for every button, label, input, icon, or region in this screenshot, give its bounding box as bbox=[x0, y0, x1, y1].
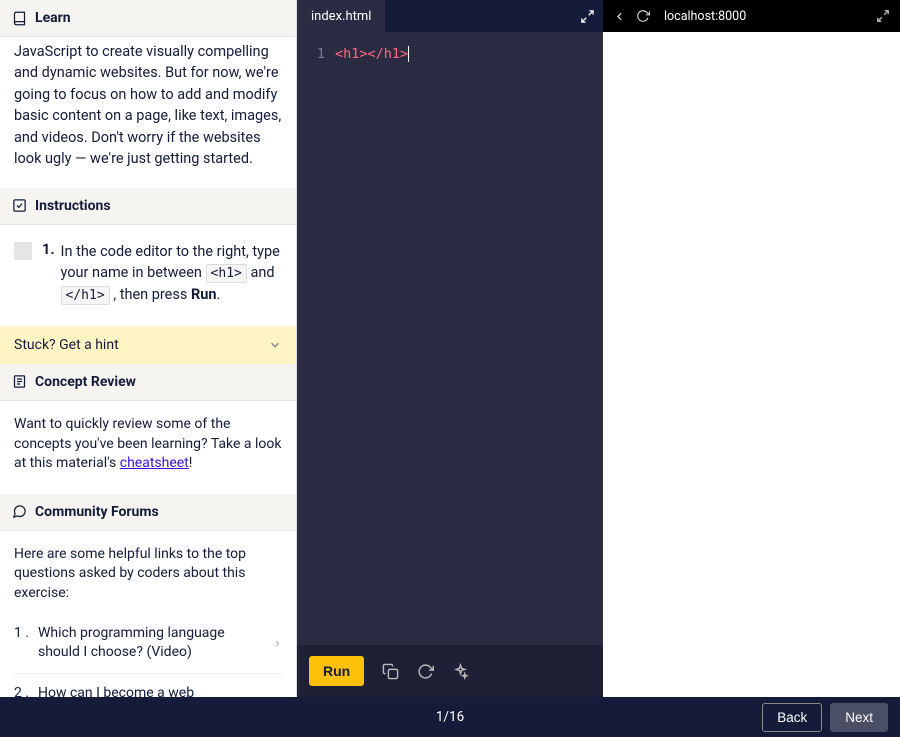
learn-title: Learn bbox=[35, 10, 71, 26]
instructions-header: Instructions bbox=[0, 188, 296, 225]
chevron-down-icon bbox=[268, 338, 282, 352]
code-editor[interactable]: 1 <h1></h1> bbox=[297, 32, 603, 645]
line-number: 1 bbox=[297, 46, 335, 645]
next-button[interactable]: Next bbox=[830, 703, 888, 732]
forums-title: Community Forums bbox=[35, 504, 159, 520]
editor-panel: index.html 1 <h1></h1> Run bbox=[297, 0, 603, 697]
forums-header: Community Forums bbox=[0, 494, 296, 531]
expand-icon[interactable] bbox=[580, 9, 595, 24]
preview-viewport bbox=[603, 32, 900, 697]
progress-indicator: 1/16 bbox=[436, 709, 464, 725]
forum-question-1[interactable]: 1 . Which programming language should I … bbox=[14, 614, 282, 673]
back-arrow-icon[interactable] bbox=[613, 10, 626, 23]
sparkle-icon[interactable] bbox=[452, 663, 469, 680]
learn-body-text: JavaScript to create visually compelling… bbox=[0, 37, 296, 188]
checkbox-icon bbox=[12, 198, 27, 213]
review-header: Concept Review bbox=[0, 364, 296, 401]
cheatsheet-link[interactable]: cheatsheet bbox=[120, 455, 189, 471]
task-checkbox[interactable] bbox=[14, 242, 32, 260]
code-tag-close: </h1> bbox=[61, 286, 110, 305]
chevron-right-icon bbox=[273, 637, 282, 650]
instructions-body: 1. In the code editor to the right, type… bbox=[0, 225, 296, 326]
document-icon bbox=[12, 374, 27, 389]
book-icon bbox=[12, 11, 27, 26]
review-title: Concept Review bbox=[35, 374, 136, 390]
code-content: <h1></h1> bbox=[335, 46, 409, 645]
back-button[interactable]: Back bbox=[762, 703, 822, 732]
learn-panel: Learn JavaScript to create visually comp… bbox=[0, 0, 297, 697]
review-body: Want to quickly review some of the conce… bbox=[0, 401, 296, 494]
instruction-number: 1. bbox=[42, 241, 55, 258]
reload-icon[interactable] bbox=[636, 9, 650, 23]
forums-body: Here are some helpful links to the top q… bbox=[0, 531, 296, 697]
expand-icon[interactable] bbox=[876, 9, 890, 23]
bottom-bar: 1/16 Back Next bbox=[0, 697, 900, 737]
editor-toolbar: Run bbox=[297, 645, 603, 697]
instructions-title: Instructions bbox=[35, 198, 111, 214]
instruction-text: In the code editor to the right, type yo… bbox=[61, 241, 282, 306]
chat-icon bbox=[12, 504, 27, 519]
editor-file-tab[interactable]: index.html bbox=[297, 0, 385, 32]
browser-toolbar: localhost:8000 bbox=[603, 0, 900, 32]
preview-panel: localhost:8000 bbox=[603, 0, 900, 697]
learn-header: Learn bbox=[0, 0, 296, 37]
copy-icon[interactable] bbox=[382, 663, 399, 680]
code-tag-open: <h1> bbox=[206, 264, 247, 283]
url-bar[interactable]: localhost:8000 bbox=[660, 9, 866, 24]
reset-icon[interactable] bbox=[417, 663, 434, 680]
editor-tabbar: index.html bbox=[297, 0, 603, 32]
forums-intro: Here are some helpful links to the top q… bbox=[14, 545, 282, 604]
text-cursor bbox=[408, 46, 409, 62]
run-button[interactable]: Run bbox=[309, 656, 364, 686]
hint-label: Stuck? Get a hint bbox=[14, 337, 119, 353]
hint-toggle[interactable]: Stuck? Get a hint bbox=[0, 326, 296, 364]
forum-question-2[interactable]: 2 . How can I become a web developer? bbox=[14, 673, 282, 697]
